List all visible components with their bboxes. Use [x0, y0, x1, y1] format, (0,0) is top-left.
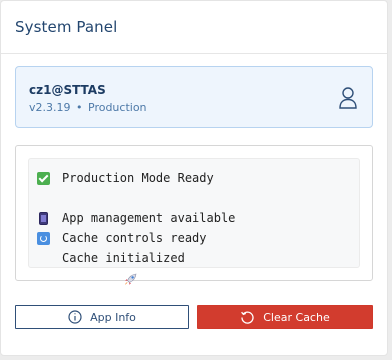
- status-gap: [37, 188, 359, 208]
- meta-separator: •: [76, 101, 83, 114]
- action-buttons: App Info Clear Cache: [15, 305, 373, 329]
- panel-body: cz1@STTAS v2.3.19 • Production Productio…: [15, 66, 373, 329]
- environment-text: Production: [88, 101, 147, 114]
- user-name: cz1@STTAS: [29, 83, 106, 97]
- refresh-icon: [37, 231, 50, 245]
- status-log: Production Mode Ready App management ava…: [28, 158, 360, 285]
- user-icon: [339, 87, 357, 109]
- app-info-label: App Info: [90, 310, 136, 324]
- panel-title: System Panel: [15, 18, 118, 36]
- panel-header: System Panel: [1, 1, 387, 54]
- status-text: App management available: [62, 211, 236, 225]
- status-line-cache-initialized: Cache initialized: [37, 248, 359, 285]
- app-info-button[interactable]: App Info: [15, 305, 189, 329]
- status-text: Cache initialized: [62, 251, 185, 265]
- status-line-cache-controls: Cache controls ready: [37, 228, 359, 248]
- phone-icon: [39, 211, 48, 225]
- status-card: Production Mode Ready App management ava…: [15, 145, 373, 285]
- refresh-icon: [241, 311, 254, 324]
- rocket-icon: [37, 252, 137, 285]
- user-meta: v2.3.19 • Production: [29, 100, 372, 115]
- status-line-ready: Production Mode Ready: [37, 168, 359, 188]
- system-panel: System Panel cz1@STTAS v2.3.19 • Product…: [0, 0, 388, 356]
- clear-cache-button[interactable]: Clear Cache: [197, 305, 373, 329]
- status-text: Production Mode Ready: [62, 171, 214, 185]
- status-text: Cache controls ready: [62, 231, 207, 245]
- status-line-app-management: App management available: [37, 208, 359, 228]
- check-icon: [37, 171, 50, 185]
- version-text: v2.3.19: [29, 101, 71, 114]
- clear-cache-label: Clear Cache: [263, 310, 330, 324]
- user-card: cz1@STTAS v2.3.19 • Production: [15, 66, 373, 128]
- info-icon: [68, 310, 82, 324]
